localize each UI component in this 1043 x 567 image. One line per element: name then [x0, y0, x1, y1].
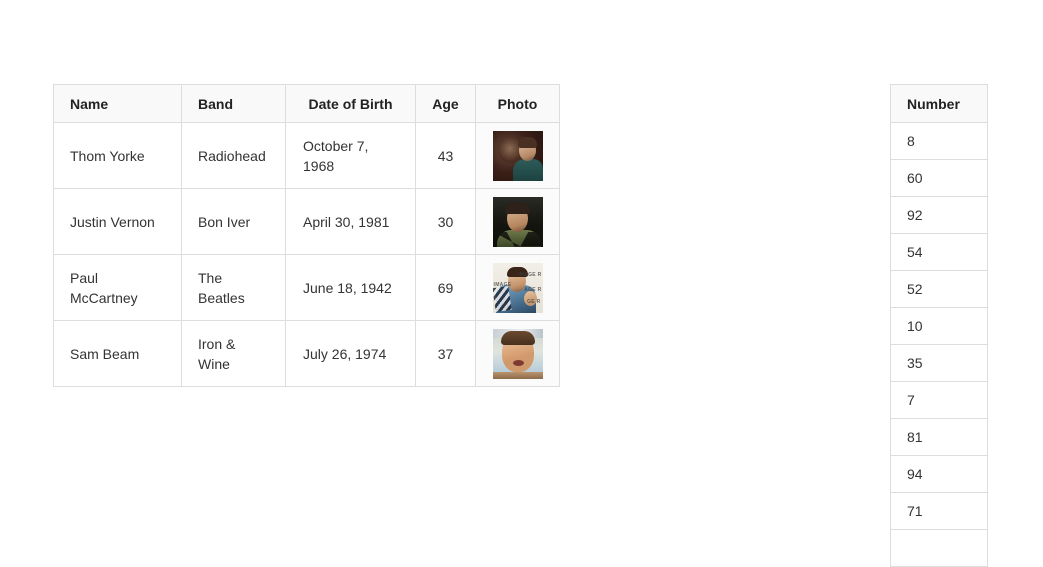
- cell-number: 8: [890, 122, 988, 160]
- cell-age: 37: [415, 320, 476, 387]
- cell-band: Bon Iver: [181, 188, 286, 255]
- cell-age: 69: [415, 254, 476, 321]
- cell-number: 94: [890, 455, 988, 493]
- sam-beam-photo: [492, 328, 543, 379]
- cell-name: Sam Beam: [53, 320, 182, 387]
- column-header-photo[interactable]: Photo: [475, 84, 560, 123]
- list-item: 60: [890, 159, 988, 197]
- watermark-text: GE R: [527, 298, 541, 305]
- column-header-band[interactable]: Band: [181, 84, 286, 123]
- cell-number: [890, 529, 988, 567]
- photo-hair: [517, 136, 537, 148]
- list-item: 10: [890, 307, 988, 345]
- cell-number: 71: [890, 492, 988, 530]
- cell-number: 35: [890, 344, 988, 382]
- list-item: [890, 529, 988, 567]
- column-header-date-of-birth[interactable]: Date of Birth: [285, 84, 416, 123]
- cell-photo: [475, 188, 560, 255]
- photo-torso: [512, 158, 543, 181]
- list-item: 71: [890, 492, 988, 530]
- list-item: 54: [890, 233, 988, 271]
- number-table-head: Number: [890, 84, 988, 123]
- cell-photo: [475, 122, 560, 189]
- column-header-age[interactable]: Age: [415, 84, 476, 123]
- cell-number: 81: [890, 418, 988, 456]
- musicians-table-container: Name Band Date of Birth Age Photo Thom Y…: [53, 84, 560, 387]
- list-item: 52: [890, 270, 988, 308]
- table-row: Justin Vernon Bon Iver April 30, 1981 30: [53, 188, 560, 255]
- cell-date-of-birth: April 30, 1981: [285, 188, 416, 255]
- cell-photo: [475, 320, 560, 387]
- table-row: Sam Beam Iron & Wine July 26, 1974 37: [53, 320, 560, 387]
- table-row: Paul McCartney The Beatles June 18, 1942…: [53, 254, 560, 321]
- number-header-row: Number: [890, 84, 988, 123]
- photo-watermark: IMAGE IMAGE R AGE R GE R: [493, 263, 543, 313]
- column-header-number[interactable]: Number: [890, 84, 988, 123]
- cell-name: Thom Yorke: [53, 122, 182, 189]
- musicians-table-head: Name Band Date of Birth Age Photo: [53, 84, 560, 123]
- list-item: 81: [890, 418, 988, 456]
- number-table-body: 8 60 92 54 52 10 35 7 81 94 71: [890, 122, 988, 567]
- cell-age: 43: [415, 122, 476, 189]
- cell-number: 54: [890, 233, 988, 271]
- cell-band: The Beatles: [181, 254, 286, 321]
- cell-date-of-birth: October 7, 1968: [285, 122, 416, 189]
- number-table: Number 8 60 92 54 52 10 35 7 81 94 71: [890, 84, 988, 567]
- photo-mouth: [512, 359, 524, 366]
- justin-vernon-photo: [492, 196, 543, 247]
- watermark-text: IMAGE: [493, 281, 512, 288]
- cell-number: 52: [890, 270, 988, 308]
- paul-mccartney-photo: IMAGE IMAGE R AGE R GE R: [492, 262, 543, 313]
- thom-yorke-photo: [492, 130, 543, 181]
- cell-name: Paul McCartney: [53, 254, 182, 321]
- cell-number: 10: [890, 307, 988, 345]
- photo-shoulders: [492, 371, 543, 379]
- cell-age: 30: [415, 188, 476, 255]
- cell-band: Radiohead: [181, 122, 286, 189]
- list-item: 92: [890, 196, 988, 234]
- list-item: 35: [890, 344, 988, 382]
- column-header-name[interactable]: Name: [53, 84, 182, 123]
- cell-date-of-birth: June 18, 1942: [285, 254, 416, 321]
- cell-date-of-birth: July 26, 1974: [285, 320, 416, 387]
- cell-number: 7: [890, 381, 988, 419]
- list-item: 94: [890, 455, 988, 493]
- photo-hair: [500, 330, 535, 345]
- photo-hair: [504, 201, 530, 214]
- musicians-table-body: Thom Yorke Radiohead October 7, 1968 43 …: [53, 122, 560, 387]
- number-table-container: Number 8 60 92 54 52 10 35 7 81 94 71: [890, 84, 988, 567]
- cell-band: Iron & Wine: [181, 320, 286, 387]
- list-item: 8: [890, 122, 988, 160]
- cell-number: 92: [890, 196, 988, 234]
- table-row: Thom Yorke Radiohead October 7, 1968 43: [53, 122, 560, 189]
- cell-number: 60: [890, 159, 988, 197]
- list-item: 7: [890, 381, 988, 419]
- cell-name: Justin Vernon: [53, 188, 182, 255]
- cell-photo: IMAGE IMAGE R AGE R GE R: [475, 254, 560, 321]
- musicians-table: Name Band Date of Birth Age Photo Thom Y…: [53, 84, 560, 387]
- musicians-header-row: Name Band Date of Birth Age Photo: [53, 84, 560, 123]
